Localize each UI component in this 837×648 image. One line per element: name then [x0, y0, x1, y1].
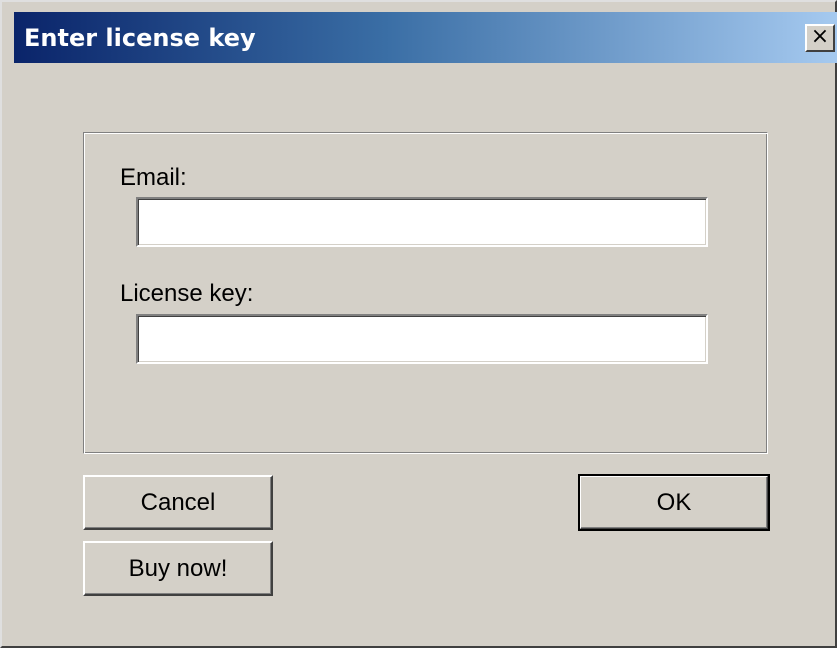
dialog-title: Enter license key: [24, 24, 256, 52]
close-button[interactable]: ×: [805, 24, 835, 52]
ok-button[interactable]: OK: [578, 474, 770, 531]
license-dialog: Enter license key × Email: License key: …: [0, 0, 837, 648]
close-icon: ×: [810, 24, 830, 49]
email-label: Email:: [120, 164, 187, 191]
license-key-label: License key:: [120, 280, 254, 307]
email-field[interactable]: [136, 197, 708, 247]
cancel-button[interactable]: Cancel: [83, 475, 273, 530]
title-bar[interactable]: Enter license key ×: [14, 12, 837, 63]
license-key-field[interactable]: [136, 314, 708, 364]
buy-now-button[interactable]: Buy now!: [83, 541, 273, 596]
